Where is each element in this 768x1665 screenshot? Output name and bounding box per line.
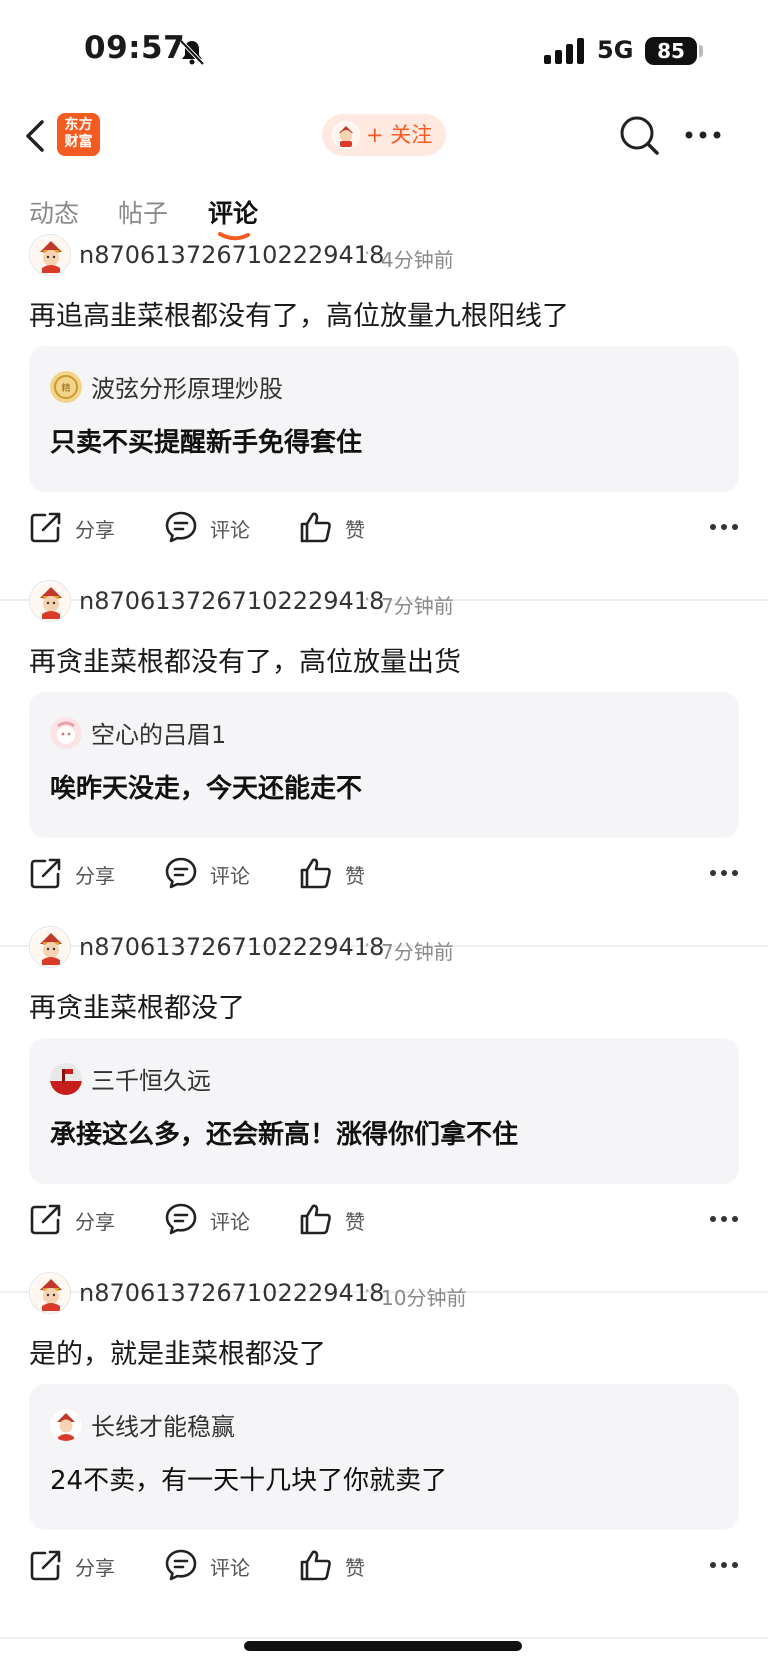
- logo-line2: 财富: [64, 134, 93, 150]
- thumbs-up-icon: [300, 1204, 331, 1235]
- quoted-user-avatar-icon[interactable]: [50, 1409, 82, 1441]
- follow-label: + 关注: [366, 123, 433, 147]
- comment-time: 7分钟前: [381, 940, 454, 964]
- back-arrow-icon[interactable]: [22, 116, 52, 156]
- comment-username[interactable]: n8706137267102229418: [79, 587, 384, 615]
- more-icon[interactable]: [709, 1560, 739, 1570]
- comment-bubble-icon: [165, 1549, 197, 1581]
- quoted-user-avatar-icon[interactable]: [50, 1063, 82, 1095]
- more-icon[interactable]: [709, 868, 739, 878]
- status-bar: 09:57 5G 85: [0, 0, 768, 100]
- share-label: 分享: [75, 1210, 115, 1234]
- share-label: 分享: [75, 518, 115, 542]
- comment-username[interactable]: n8706137267102229418: [79, 241, 384, 269]
- comment-item[interactable]: n8706137267102229418 · 4分钟前 再追高韭菜根都没有了，高…: [0, 234, 768, 601]
- user-avatar-icon[interactable]: [29, 234, 71, 276]
- battery-cap-icon: [699, 45, 703, 57]
- comment-actions: 分享 评论 赞: [29, 1544, 739, 1588]
- comment-bubble-icon: [165, 1203, 197, 1235]
- like-label: 赞: [345, 864, 365, 888]
- follow-button[interactable]: + 关注: [322, 114, 446, 156]
- comment-text: 是的，就是韭菜根都没了: [29, 1339, 326, 1370]
- quoted-user-avatar-icon[interactable]: 精: [50, 371, 82, 403]
- logo-line1: 东方: [64, 117, 93, 133]
- quoted-text: 承接这么多，还会新高！涨得你们拿不住: [50, 1120, 519, 1150]
- thumbs-up-icon: [300, 858, 331, 889]
- comment-header: n8706137267102229418 · 7分钟前: [29, 926, 749, 970]
- quoted-text: 唉昨天没走，今天还能走不: [50, 774, 363, 804]
- share-icon: [30, 858, 61, 889]
- bell-muted-icon: [179, 39, 205, 66]
- search-icon[interactable]: [618, 114, 660, 156]
- more-options-icon[interactable]: [684, 130, 722, 140]
- tab-comments[interactable]: 评论: [208, 194, 258, 230]
- like-label: 赞: [345, 1556, 365, 1580]
- like-label: 赞: [345, 1210, 365, 1234]
- comment-time: 4分钟前: [381, 248, 454, 272]
- comment-text: 再追高韭菜根都没有了，高位放量九根阳线了: [29, 301, 569, 332]
- separator-dot: ·: [364, 587, 371, 611]
- quoted-post[interactable]: 三千恒久远 承接这么多，还会新高！涨得你们拿不住: [29, 1038, 739, 1184]
- comment-bubble-icon: [165, 857, 197, 889]
- status-time: 09:57: [84, 30, 186, 66]
- quoted-username[interactable]: 三千恒久远: [91, 1061, 211, 1096]
- network-type: 5G: [597, 36, 634, 64]
- separator-dot: ·: [364, 933, 371, 957]
- quoted-post[interactable]: 长线才能稳赢 24不卖，有一天十几块了你就卖了: [29, 1384, 739, 1530]
- battery-indicator: 85: [645, 37, 697, 65]
- more-icon[interactable]: [709, 1214, 739, 1224]
- comment-item[interactable]: n8706137267102229418 · 7分钟前 再贪韭菜根都没了 三千恒…: [0, 926, 768, 1293]
- user-avatar-icon[interactable]: [29, 926, 71, 968]
- home-indicator[interactable]: [244, 1641, 522, 1651]
- separator-dot: ·: [364, 241, 371, 265]
- comment-time: 7分钟前: [381, 594, 454, 618]
- separator-dot: ·: [364, 1279, 371, 1303]
- comment-username[interactable]: n8706137267102229418: [79, 1279, 384, 1307]
- nav-bar: 东方 财富 + 关注: [0, 100, 768, 172]
- tab-dynamics[interactable]: 动态: [29, 194, 79, 230]
- comment-label: 评论: [210, 518, 250, 542]
- quoted-post[interactable]: 精 波弦分形原理炒股 只卖不买提醒新手免得套住: [29, 346, 739, 492]
- comment-text: 再贪韭菜根都没有了，高位放量出货: [29, 647, 461, 678]
- comment-label: 评论: [210, 864, 250, 888]
- quoted-user-avatar-icon[interactable]: [50, 717, 82, 749]
- comment-actions: 分享 评论 赞: [29, 506, 739, 550]
- comment-header: n8706137267102229418 · 4分钟前: [29, 234, 749, 278]
- share-label: 分享: [75, 1556, 115, 1580]
- quoted-username[interactable]: 长线才能稳赢: [91, 1407, 235, 1442]
- comment-item[interactable]: n8706137267102229418 · 10分钟前 是的，就是韭菜根都没了…: [0, 1272, 768, 1639]
- user-avatar-icon[interactable]: [29, 1272, 71, 1314]
- tab-posts[interactable]: 帖子: [118, 194, 168, 230]
- comment-header: n8706137267102229418 · 7分钟前: [29, 580, 749, 624]
- comment-header: n8706137267102229418 · 10分钟前: [29, 1272, 749, 1316]
- share-icon: [30, 1204, 61, 1235]
- quoted-post[interactable]: 空心的吕眉1 唉昨天没走，今天还能走不: [29, 692, 739, 838]
- comment-actions: 分享 评论 赞: [29, 1198, 739, 1242]
- quoted-username[interactable]: 空心的吕眉1: [91, 715, 226, 750]
- eastmoney-logo: 东方 财富: [57, 113, 100, 156]
- comment-label: 评论: [210, 1556, 250, 1580]
- comment-item[interactable]: n8706137267102229418 · 7分钟前 再贪韭菜根都没有了，高位…: [0, 580, 768, 947]
- share-label: 分享: [75, 864, 115, 888]
- quoted-text: 只卖不买提醒新手免得套住: [50, 428, 363, 458]
- share-icon: [30, 1550, 61, 1581]
- quoted-username[interactable]: 波弦分形原理炒股: [91, 369, 283, 404]
- quoted-text: 24不卖，有一天十几块了你就卖了: [50, 1466, 448, 1496]
- more-icon[interactable]: [709, 522, 739, 532]
- share-icon: [30, 512, 61, 543]
- svg-text:精: 精: [61, 382, 70, 394]
- comment-label: 评论: [210, 1210, 250, 1234]
- comment-bubble-icon: [165, 511, 197, 543]
- comment-text: 再贪韭菜根都没了: [29, 993, 245, 1024]
- thumbs-up-icon: [300, 512, 331, 543]
- comment-username[interactable]: n8706137267102229418: [79, 933, 384, 961]
- cellular-signal-icon: [544, 38, 584, 64]
- comment-time: 10分钟前: [381, 1286, 467, 1310]
- user-avatar-icon[interactable]: [29, 580, 71, 622]
- follow-avatar-icon: [332, 121, 360, 149]
- comment-actions: 分享 评论 赞: [29, 852, 739, 896]
- thumbs-up-icon: [300, 1550, 331, 1581]
- divider: [0, 1637, 768, 1639]
- like-label: 赞: [345, 518, 365, 542]
